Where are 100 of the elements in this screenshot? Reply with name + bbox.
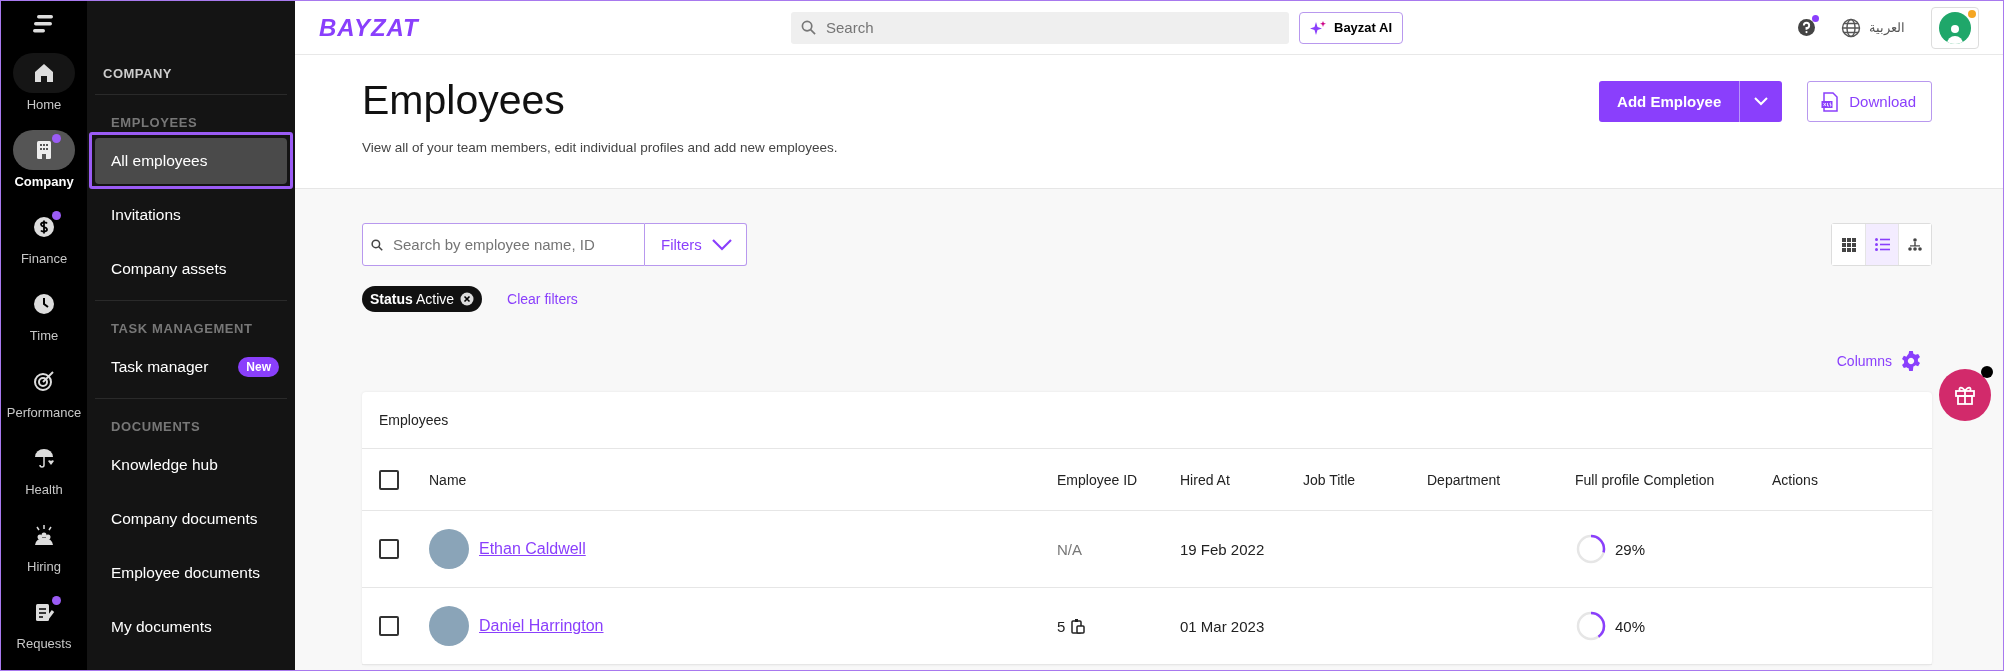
new-badge: New (238, 357, 279, 377)
nav-item-label: Company documents (111, 510, 258, 528)
rail-nav-item[interactable]: Hiring (13, 515, 75, 574)
filters-button[interactable]: Filters (645, 223, 747, 266)
nav-item-label: Task manager (111, 358, 209, 376)
logo[interactable]: BAYZAT (319, 13, 419, 42)
columns-link[interactable]: Columns (1836, 353, 1892, 369)
column-header: Hired At (1180, 471, 1231, 488)
view-toggle[interactable] (1898, 224, 1931, 265)
column-header: Employee ID (1057, 471, 1139, 488)
grid-view-icon (1841, 237, 1856, 252)
column-header: Name (429, 471, 468, 488)
people-icon (33, 524, 55, 546)
rail-nav-item[interactable]: Time (13, 284, 75, 343)
table-cell: N/A (1057, 540, 1082, 558)
gift-icon (1954, 384, 1976, 406)
row-checkbox[interactable] (379, 616, 399, 636)
nav-item[interactable]: Company assets (95, 246, 287, 292)
add-employee-button[interactable]: Add Employee (1599, 81, 1740, 122)
filter-chip-label: Status Active (370, 291, 455, 307)
clear-filters-link[interactable]: Clear filters (507, 291, 578, 307)
section-title: COMPANY (95, 1, 287, 95)
rail-nav-item[interactable]: Requests (13, 592, 75, 651)
chevron-down-icon (711, 238, 732, 251)
view-toggle[interactable] (1865, 224, 1898, 265)
table-cell: 40% (1615, 617, 1646, 635)
photo-placeholder (429, 606, 469, 646)
remove-icon[interactable] (460, 292, 475, 306)
umbrella-icon (33, 447, 55, 469)
home-icon (33, 62, 55, 84)
column-header: Actions (1772, 471, 1819, 488)
rail-label: Company (14, 174, 74, 189)
table-cell: 5 (1057, 617, 1066, 635)
language-link[interactable]: العربية (1869, 20, 1905, 35)
nav-item-label: My documents (111, 618, 212, 636)
nav-item-label: Knowledge hub (111, 456, 218, 474)
rail-label: Home (26, 97, 62, 112)
table-cell: 29% (1615, 540, 1646, 558)
list-view-icon (1874, 238, 1890, 251)
nav-item-label: Invitations (111, 206, 181, 224)
progress-ring (1575, 533, 1607, 565)
section-heading: TASK MANAGEMENT (110, 320, 254, 338)
filter-chip[interactable]: Status Active (362, 286, 483, 312)
rail-nav-item[interactable]: Performance (6, 361, 82, 420)
search-field[interactable]: Search (791, 11, 1289, 44)
table-cell-text: 19 Feb 2022 (1180, 540, 1266, 558)
rail-label: Requests (16, 636, 72, 651)
nav-item[interactable]: Company documents (95, 496, 287, 542)
help-icon[interactable] (1798, 19, 1815, 36)
photo-placeholder (429, 529, 469, 569)
employee-name-link[interactable]: Daniel Harrington (479, 617, 604, 635)
nav-item-label: All employees (111, 152, 208, 170)
clock-icon (33, 293, 55, 315)
rail-label: Hiring (27, 559, 61, 574)
ai-button[interactable]: Bayzat AI (1299, 11, 1404, 44)
rail-nav-item[interactable]: Finance (13, 207, 75, 266)
menu-icon[interactable] (33, 15, 55, 33)
table-cell-text: 01 Mar 2023 (1180, 617, 1266, 635)
employee-name-link[interactable]: Ethan Caldwell (479, 540, 586, 558)
page-subtitle: View all of your team members, edit individual profiles and add new employees. (362, 140, 838, 155)
target-icon (33, 370, 55, 392)
download-button[interactable]: Download (1807, 81, 1932, 122)
globe-icon[interactable] (1841, 17, 1861, 38)
org-chart-icon (1908, 237, 1922, 252)
search-icon (801, 20, 816, 35)
progress-ring (1575, 610, 1607, 642)
column-header: Job Title (1303, 471, 1357, 488)
caret-icon (1754, 97, 1769, 106)
sparkle-icon (1310, 19, 1326, 36)
employee-search-input[interactable]: Search by employee name, ID (391, 235, 636, 254)
rail-label: Health (25, 482, 63, 497)
section-heading: DOCUMENTS (110, 418, 202, 436)
rail-nav-item[interactable]: Health (13, 438, 75, 497)
row-checkbox[interactable] (379, 539, 399, 559)
nav-item[interactable]: Invitations (95, 192, 287, 238)
rail-label: Time (29, 328, 59, 343)
rail-label: Finance (20, 251, 68, 266)
settings-icon[interactable] (1900, 350, 1922, 372)
search-icon (371, 238, 383, 251)
nav-item-label: Employee documents (111, 564, 261, 582)
nav-item[interactable]: Task manager New (95, 344, 287, 390)
nav-item[interactable]: Knowledge hub (95, 442, 287, 488)
spreadsheet-file-icon (1821, 91, 1840, 112)
page-title: Employees (362, 77, 566, 124)
select-all-checkbox[interactable] (379, 469, 399, 490)
copy-icon[interactable] (1071, 618, 1086, 634)
gift-button[interactable] (1939, 369, 1991, 421)
nav-item[interactable]: Employee documents (95, 550, 287, 596)
clipboard-icon (33, 601, 55, 623)
column-header: Department (1427, 471, 1502, 488)
column-header: Full profile Completion (1575, 471, 1716, 488)
nav-item[interactable]: All employees (95, 138, 287, 184)
section-heading: EMPLOYEES (110, 114, 199, 132)
search-input[interactable]: Search (824, 18, 1279, 37)
nav-item[interactable]: My documents (95, 604, 287, 650)
user-avatar[interactable] (1931, 6, 1979, 49)
nav-item-label: Company assets (111, 260, 227, 278)
employee-search-field[interactable]: Search by employee name, ID (362, 223, 645, 266)
rail-label: Performance (6, 405, 82, 420)
dollar-icon (33, 216, 55, 238)
